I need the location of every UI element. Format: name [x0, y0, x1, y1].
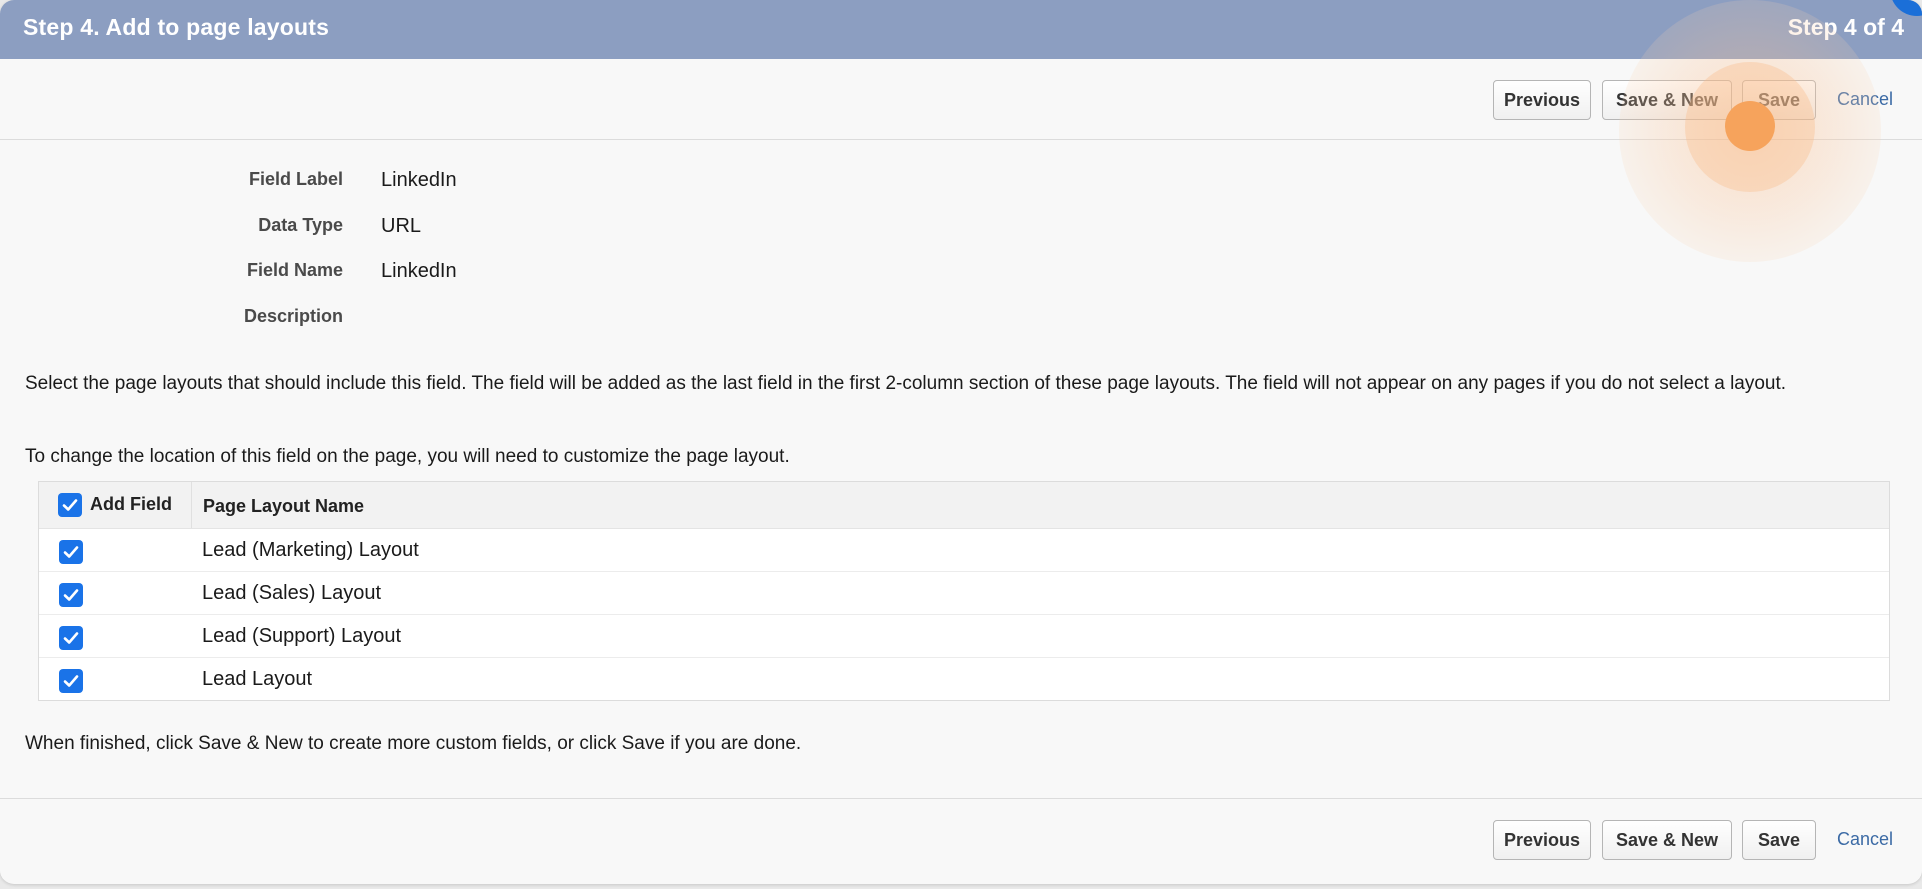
- save-button[interactable]: Save: [1742, 80, 1816, 120]
- cancel-link[interactable]: Cancel: [1837, 829, 1893, 850]
- table-row: Lead (Support) Layout: [39, 615, 1889, 658]
- checkmark-icon: [63, 589, 79, 601]
- layout-checkbox[interactable]: [59, 583, 83, 607]
- new-custom-field-wizard: Step 4. Add to page layouts Step 4 of 4 …: [0, 0, 1922, 884]
- table-row: Lead (Sales) Layout: [39, 572, 1889, 615]
- previous-button[interactable]: Previous: [1493, 80, 1591, 120]
- table-header: Add Field Page Layout Name: [39, 482, 1889, 529]
- save-button[interactable]: Save: [1742, 820, 1816, 860]
- field-label-value: LinkedIn: [381, 169, 457, 191]
- checkmark-icon: [63, 675, 79, 687]
- checkmark-icon: [63, 632, 79, 644]
- bottom-button-bar: Previous Save & New Save Cancel: [0, 798, 1922, 879]
- save-and-new-button[interactable]: Save & New: [1602, 820, 1732, 860]
- checkmark-icon: [62, 499, 78, 511]
- finished-instructions: When finished, click Save & New to creat…: [25, 733, 802, 754]
- layout-checkbox[interactable]: [59, 626, 83, 650]
- field-name-label: Field Name: [246, 260, 343, 280]
- description-label: Description: [243, 306, 343, 326]
- wizard-header: Step 4. Add to page layouts Step 4 of 4: [0, 0, 1922, 59]
- table-row: Lead (Marketing) Layout: [39, 529, 1889, 572]
- add-field-header-label: Add Field: [90, 494, 172, 514]
- previous-button[interactable]: Previous: [1493, 820, 1591, 860]
- table-row: Lead Layout: [39, 658, 1889, 700]
- layout-checkbox[interactable]: [59, 540, 83, 564]
- top-button-bar: Previous Save & New Save Cancel: [0, 59, 1922, 140]
- layout-name: Lead Layout: [202, 668, 313, 690]
- checkmark-icon: [63, 546, 79, 558]
- layout-name: Lead (Marketing) Layout: [202, 539, 419, 561]
- location-instructions: To change the location of this field on …: [25, 446, 790, 467]
- page-layout-table: Add Field Page Layout Name Lead (Marketi…: [38, 481, 1890, 701]
- layout-instructions: Select the page layouts that should incl…: [25, 373, 1787, 394]
- layout-name: Lead (Support) Layout: [202, 625, 402, 647]
- field-name-value: LinkedIn: [381, 260, 457, 282]
- step-title: Step 4. Add to page layouts: [23, 14, 330, 40]
- select-all-checkbox[interactable]: [58, 493, 82, 517]
- layout-checkbox[interactable]: [59, 669, 83, 693]
- add-field-column-header: Add Field: [39, 482, 192, 528]
- step-indicator: Step 4 of 4: [1787, 14, 1904, 40]
- layout-name: Lead (Sales) Layout: [202, 582, 382, 604]
- cancel-link[interactable]: Cancel: [1837, 89, 1893, 110]
- data-type-value: URL: [381, 215, 422, 237]
- save-and-new-button[interactable]: Save & New: [1602, 80, 1732, 120]
- data-type-label: Data Type: [258, 215, 343, 235]
- field-label-label: Field Label: [248, 169, 343, 189]
- page-layout-name-header: Page Layout Name: [203, 496, 365, 516]
